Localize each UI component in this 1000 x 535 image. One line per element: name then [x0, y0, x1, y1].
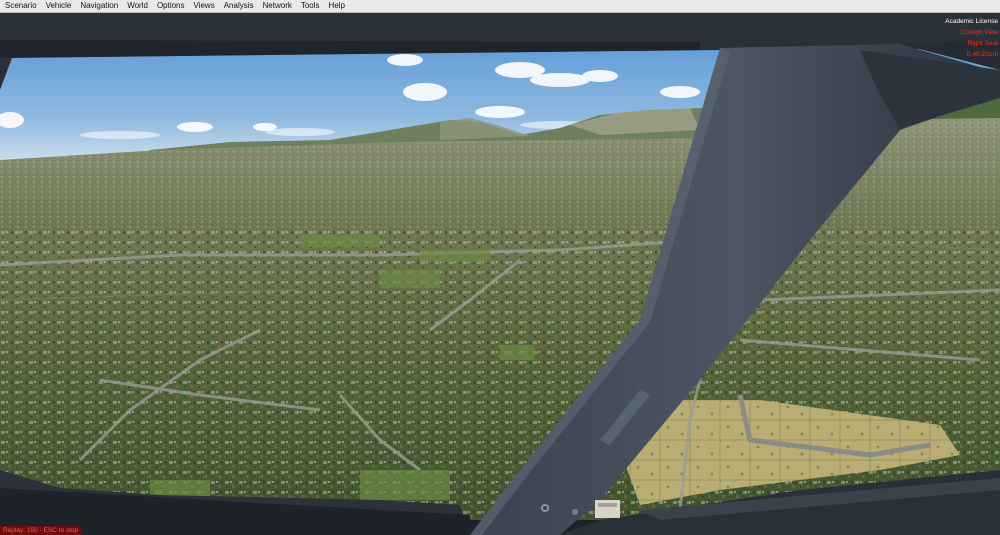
menu-scenario[interactable]: Scenario — [0, 0, 41, 12]
license-label: Academic License — [945, 18, 998, 25]
simulator-viewport[interactable] — [0, 13, 1000, 535]
view-mode-label: Cockpit View — [960, 29, 998, 36]
menu-bar: Scenario Vehicle Navigation World Option… — [0, 0, 1000, 13]
menu-options[interactable]: Options — [152, 0, 189, 12]
replay-status: Replay: 150 - ESC to stop — [0, 526, 82, 535]
menu-navigation[interactable]: Navigation — [75, 0, 122, 12]
menu-tools[interactable]: Tools — [296, 0, 324, 12]
cockpit-view-render — [0, 13, 1000, 535]
menu-views[interactable]: Views — [189, 0, 219, 12]
menu-help[interactable]: Help — [324, 0, 349, 12]
menu-analysis[interactable]: Analysis — [219, 0, 258, 12]
menu-world[interactable]: World — [122, 0, 152, 12]
menu-vehicle[interactable]: Vehicle — [41, 0, 76, 12]
menu-network[interactable]: Network — [258, 0, 296, 12]
seat-label: Right Seat — [967, 40, 998, 47]
zoom-label: 0.40 Zoom — [966, 51, 998, 58]
